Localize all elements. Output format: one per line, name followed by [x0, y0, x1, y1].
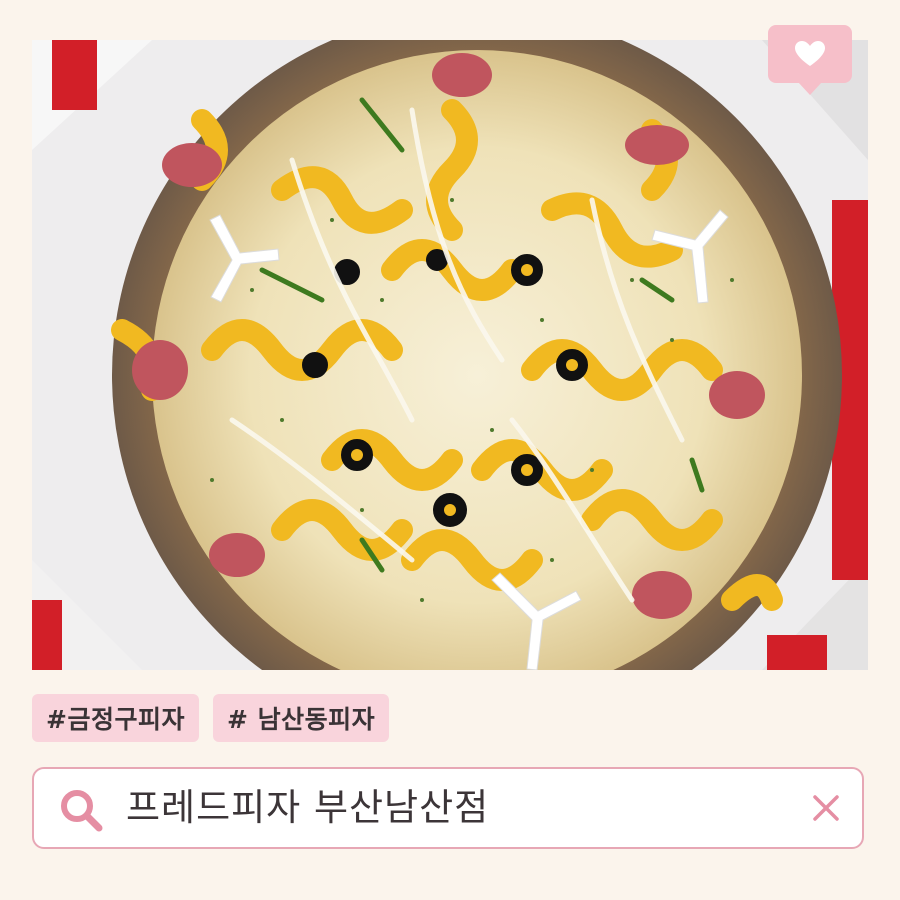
search-icon[interactable]	[58, 787, 104, 833]
search-bar[interactable]: 프레드피자 부산남산점	[32, 767, 864, 849]
heart-icon	[795, 41, 825, 66]
hashtag-list: #금정구피자 # 남산동피자	[32, 694, 390, 742]
search-query-text[interactable]: 프레드피자 부산남산점	[126, 769, 790, 847]
pizza-photo	[32, 40, 868, 670]
hashtag-geumjeong-pizza[interactable]: #금정구피자	[32, 694, 199, 742]
hashtag-namsan-pizza[interactable]: # 남산동피자	[212, 694, 390, 742]
heart-badge[interactable]	[768, 25, 852, 95]
close-icon[interactable]	[806, 788, 846, 828]
